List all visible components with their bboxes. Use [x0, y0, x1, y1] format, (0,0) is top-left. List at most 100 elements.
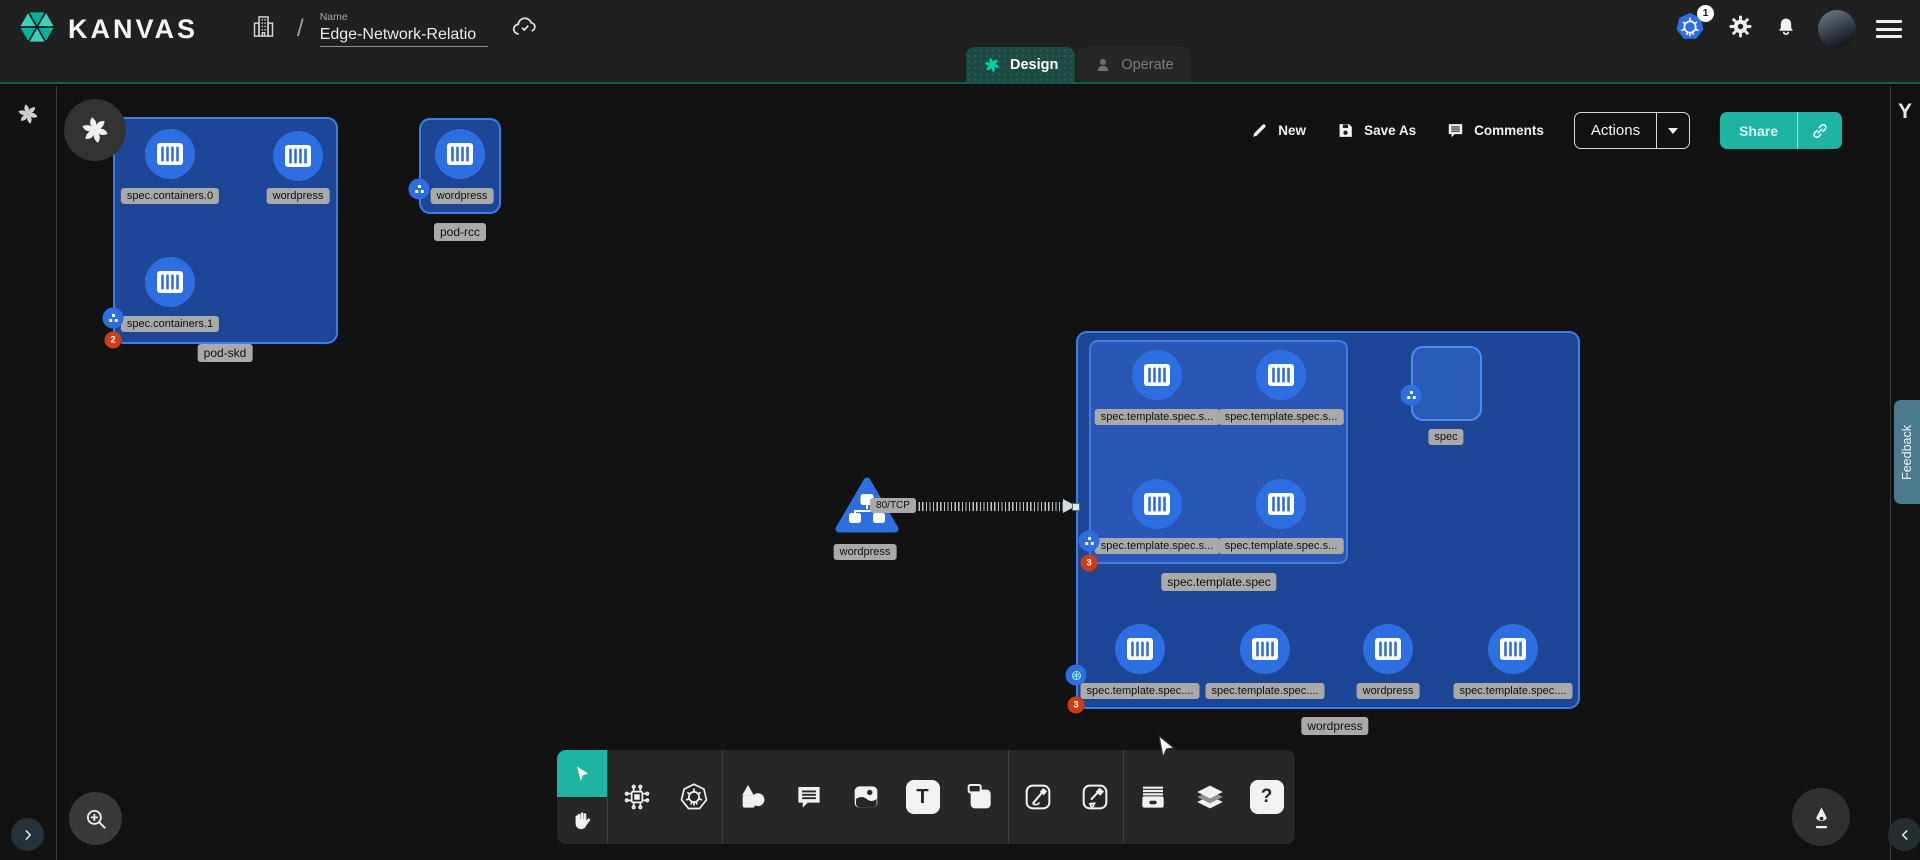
node-label: spec.template.spec.s... — [1219, 538, 1344, 554]
node-label: spec.template.spec.... — [1206, 683, 1325, 699]
kubernetes-tool-icon[interactable] — [665, 750, 722, 844]
kubernetes-context-button[interactable]: 1 — [1673, 10, 1707, 49]
text-tool-glyph: T — [916, 786, 928, 809]
layers-tool-icon[interactable] — [1181, 750, 1238, 844]
node-label: spec — [1428, 429, 1463, 445]
kanvas-logo-icon — [18, 8, 56, 51]
validate-y-icon[interactable]: Y — [1894, 100, 1916, 124]
mesh-badge-icon[interactable] — [1066, 665, 1087, 686]
share-label[interactable]: Share — [1720, 112, 1798, 149]
help-tool-icon[interactable]: ? — [1238, 750, 1295, 844]
group-label-spec-template-spec: spec.template.spec — [1161, 573, 1276, 591]
actions-split-button[interactable]: Actions — [1574, 112, 1690, 149]
pod-badge-icon[interactable] — [1079, 531, 1100, 552]
note-tool-icon[interactable] — [951, 750, 1008, 844]
text-tool-icon[interactable]: T — [894, 750, 951, 844]
save-as-button[interactable]: Save As — [1336, 121, 1416, 140]
expand-left-panel-button[interactable] — [11, 818, 44, 851]
brand-name: KANVAS — [68, 14, 198, 45]
node-spec-containers-1[interactable] — [145, 257, 195, 307]
node-spec-containers-0[interactable] — [145, 129, 195, 179]
node-bottom-4[interactable] — [1488, 624, 1538, 674]
tab-operate-label: Operate — [1121, 57, 1173, 73]
node-template-3[interactable] — [1132, 479, 1182, 529]
canvas-menu-asterisk-button[interactable] — [64, 99, 126, 161]
design-canvas[interactable]: Y Feedback New — [0, 86, 1920, 860]
node-template-4[interactable] — [1256, 479, 1306, 529]
mode-tabs: Design Operate — [966, 47, 1191, 82]
share-link-icon[interactable] — [1798, 112, 1842, 149]
node-template-1[interactable] — [1132, 350, 1182, 400]
node-label: spec.template.spec.s... — [1219, 409, 1344, 425]
feedback-tab[interactable]: Feedback — [1894, 400, 1920, 504]
freehand-tool-icon[interactable] — [1066, 750, 1123, 844]
comments-button[interactable]: Comments — [1446, 121, 1544, 140]
canvas-tool-dock: T — [557, 750, 1295, 844]
comment-tool-icon[interactable] — [780, 750, 837, 844]
edge-connection-handle[interactable] — [1072, 503, 1080, 511]
app-header: KANVAS / Name — [0, 0, 1920, 84]
kanvas-logo[interactable]: KANVAS — [18, 8, 198, 51]
tab-design[interactable]: Design — [966, 47, 1075, 82]
shapes-tool-icon[interactable] — [723, 750, 780, 844]
node-label: spec.containers.1 — [121, 316, 219, 332]
meshery-spinner-icon[interactable] — [16, 102, 40, 131]
pod-badge-icon[interactable] — [409, 179, 430, 200]
select-tool[interactable] — [557, 750, 607, 797]
notifications-bell-icon[interactable] — [1774, 15, 1798, 44]
node-spec[interactable] — [1411, 346, 1482, 421]
node-label: wordpress — [431, 188, 494, 204]
node-wordpress-2[interactable] — [435, 129, 485, 179]
pan-tool[interactable] — [557, 797, 607, 844]
alert-count-badge[interactable]: 2 — [105, 332, 122, 349]
node-label: wordpress — [834, 544, 897, 560]
collapse-right-panel-button[interactable] — [1888, 818, 1920, 851]
node-bottom-2[interactable] — [1240, 624, 1290, 674]
user-avatar[interactable] — [1818, 10, 1856, 48]
design-name-field: Name — [320, 11, 488, 47]
design-name-label: Name — [320, 11, 488, 23]
zoom-search-button[interactable] — [69, 792, 122, 845]
alert-count-badge[interactable]: 3 — [1081, 555, 1098, 572]
group-label-pod-rcc: pod-rcc — [434, 223, 486, 241]
canvas-action-toolbar: New Save As Comments Actions Share — [1250, 112, 1842, 149]
draw-line-tool-icon[interactable] — [1009, 750, 1066, 844]
cloud-saved-icon — [510, 12, 540, 47]
group-label-pod-skd: pod-skd — [198, 344, 253, 362]
menu-hamburger-icon[interactable] — [1876, 20, 1902, 38]
pod-badge-icon[interactable] — [1401, 385, 1422, 406]
node-bottom-wordpress[interactable] — [1363, 624, 1413, 674]
group-spec-template-spec[interactable] — [1089, 340, 1348, 564]
actions-label[interactable]: Actions — [1575, 113, 1657, 148]
node-label: spec.template.spec.s... — [1095, 409, 1220, 425]
organization-icon[interactable] — [250, 13, 277, 45]
edge-port-label: 80/TCP — [870, 498, 916, 513]
node-bottom-1[interactable] — [1115, 624, 1165, 674]
node-label: spec.template.spec.... — [1454, 683, 1573, 699]
tab-operate[interactable]: Operate — [1077, 47, 1190, 82]
node-template-2[interactable] — [1256, 350, 1306, 400]
new-label: New — [1278, 123, 1306, 138]
kubernetes-count-badge: 1 — [1697, 5, 1714, 22]
image-tool-icon[interactable] — [837, 750, 894, 844]
node-wordpress-1[interactable] — [273, 131, 323, 181]
tab-design-label: Design — [1010, 57, 1058, 73]
archive-tool-icon[interactable] — [1124, 750, 1181, 844]
help-glyph: ? — [1261, 786, 1273, 808]
edge-service-to-deployment[interactable] — [897, 502, 1065, 511]
node-label: spec.containers.0 — [121, 188, 219, 204]
pod-badge-icon[interactable] — [103, 308, 124, 329]
new-button[interactable]: New — [1250, 121, 1306, 140]
node-label: wordpress — [1357, 683, 1420, 699]
node-label: spec.template.spec.... — [1081, 683, 1200, 699]
save-as-label: Save As — [1364, 123, 1416, 138]
alert-count-badge[interactable]: 3 — [1068, 697, 1085, 714]
component-tool-icon[interactable] — [608, 750, 665, 844]
design-name-input[interactable] — [320, 24, 488, 47]
actions-dropdown-caret[interactable] — [1657, 113, 1689, 148]
node-label: spec.template.spec.s... — [1095, 538, 1220, 554]
pen-nib-button[interactable] — [1792, 788, 1850, 846]
settings-gear-icon[interactable] — [1727, 13, 1754, 45]
group-label-wordpress: wordpress — [1301, 717, 1368, 735]
share-split-button[interactable]: Share — [1720, 112, 1842, 149]
